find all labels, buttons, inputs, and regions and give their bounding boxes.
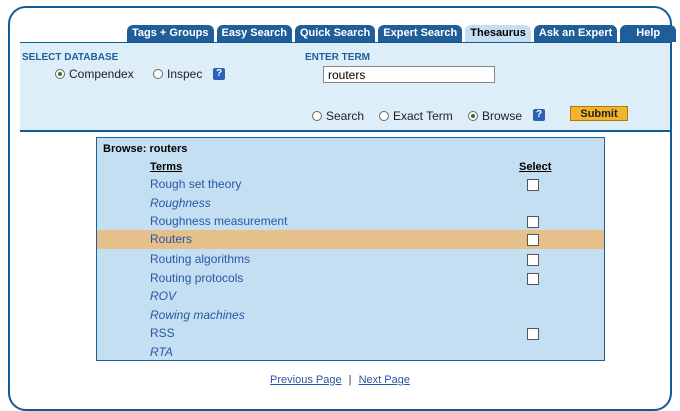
radio-unselected-icon [153, 69, 163, 79]
next-page-link[interactable]: Next Page [359, 374, 410, 386]
radio-selected-icon [55, 69, 65, 79]
table-row: Routing algorithms [97, 250, 604, 269]
select-checkbox[interactable] [527, 179, 539, 191]
tab-expert-search[interactable]: Expert Search [378, 25, 463, 42]
term-link[interactable]: Routing protocols [150, 271, 243, 285]
table-row: RSS [97, 324, 604, 343]
radio-exact-term[interactable]: Exact Term [379, 109, 453, 123]
radio-compendex[interactable]: Compendex [55, 67, 134, 81]
radio-browse-label: Browse [482, 109, 523, 123]
select-checkbox[interactable] [527, 254, 539, 266]
term-link[interactable]: Roughness [150, 196, 211, 210]
pager: Previous Page | Next Page [0, 374, 680, 386]
tab-help[interactable]: Help [620, 25, 677, 42]
radio-inspec[interactable]: Inspec [153, 67, 202, 81]
term-link[interactable]: RSS [150, 326, 175, 340]
term-input[interactable] [323, 66, 495, 83]
radio-unselected-icon [379, 111, 389, 121]
tab-ask-an-expert[interactable]: Ask an Expert [533, 25, 618, 42]
divider [20, 130, 670, 132]
table-row: Rowing machines [97, 306, 604, 325]
table-row: Roughness [97, 194, 604, 213]
table-row: Rough set theory [97, 175, 604, 194]
radio-inspec-label: Inspec [167, 67, 203, 81]
radio-compendex-label: Compendex [69, 67, 134, 81]
previous-page-link[interactable]: Previous Page [270, 374, 342, 386]
term-link[interactable]: Roughness measurement [150, 214, 287, 228]
term-link[interactable]: ROV [150, 289, 176, 303]
browse-title: Browse: routers [103, 143, 188, 155]
radio-browse[interactable]: Browse [468, 109, 522, 123]
tab-quick-search[interactable]: Quick Search [294, 25, 376, 42]
select-database-label: SELECT DATABASE [22, 52, 119, 63]
table-row: Roughness measurement [97, 212, 604, 231]
radio-exact-term-label: Exact Term [393, 109, 453, 123]
table-row: RTA [97, 343, 604, 362]
table-row: Routers [97, 230, 604, 249]
nav-tabs: Tags + Groups Easy Search Quick Search E… [127, 25, 677, 42]
term-link[interactable]: Routers [150, 232, 192, 246]
table-row: ROV [97, 287, 604, 306]
radio-unselected-icon [312, 111, 322, 121]
pager-separator: | [348, 374, 352, 386]
select-checkbox[interactable] [527, 273, 539, 285]
radio-selected-icon [468, 111, 478, 121]
column-header-select: Select [519, 161, 552, 173]
column-header-terms: Terms [150, 161, 183, 173]
term-link[interactable]: RTA [150, 345, 173, 359]
tab-easy-search[interactable]: Easy Search [216, 25, 292, 42]
submit-button[interactable]: Submit [570, 106, 628, 121]
database-help-icon[interactable]: ? [213, 68, 225, 80]
term-link[interactable]: Rough set theory [150, 177, 241, 191]
tab-tags-groups[interactable]: Tags + Groups [127, 25, 214, 42]
mode-help-icon[interactable]: ? [533, 109, 545, 121]
select-checkbox[interactable] [527, 328, 539, 340]
table-row: Routing protocols [97, 269, 604, 288]
enter-term-label: ENTER TERM [305, 52, 370, 63]
tab-thesaurus[interactable]: Thesaurus [465, 25, 531, 42]
select-checkbox[interactable] [527, 234, 539, 246]
browse-results: Browse: routers Terms Select Rough set t… [96, 137, 605, 361]
select-checkbox[interactable] [527, 216, 539, 228]
radio-search[interactable]: Search [312, 109, 364, 123]
radio-search-label: Search [326, 109, 365, 123]
term-link[interactable]: Routing algorithms [150, 252, 250, 266]
term-link[interactable]: Rowing machines [150, 308, 245, 322]
